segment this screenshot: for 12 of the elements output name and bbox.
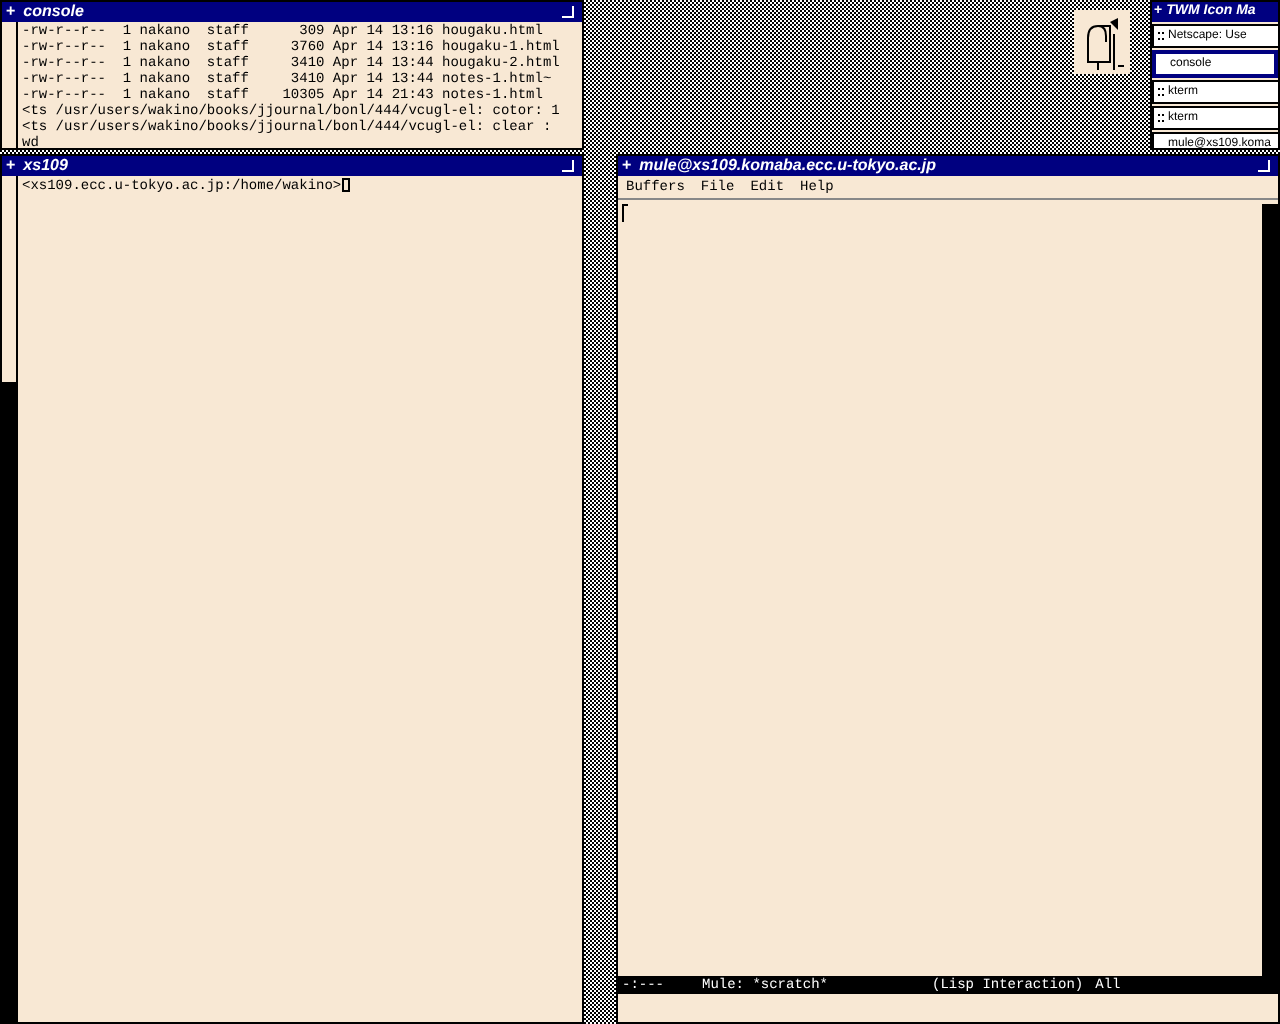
- resize-icon[interactable]: [562, 160, 574, 172]
- resize-icon[interactable]: [562, 6, 574, 18]
- scroll-bar[interactable]: [2, 176, 18, 1022]
- menu-icon[interactable]: +: [622, 156, 632, 176]
- menu-icon[interactable]: +: [6, 156, 16, 176]
- resize-icon[interactable]: [1258, 160, 1270, 172]
- text-cursor: [341, 178, 350, 192]
- window-title: console: [23, 2, 86, 22]
- mailbox-icon[interactable]: [1074, 10, 1130, 74]
- menu-icon[interactable]: +: [6, 2, 16, 22]
- window-title: mule@xs109.komaba.ecc.u-tokyo.ac.jp: [639, 156, 938, 176]
- window-title: xs109: [23, 156, 70, 176]
